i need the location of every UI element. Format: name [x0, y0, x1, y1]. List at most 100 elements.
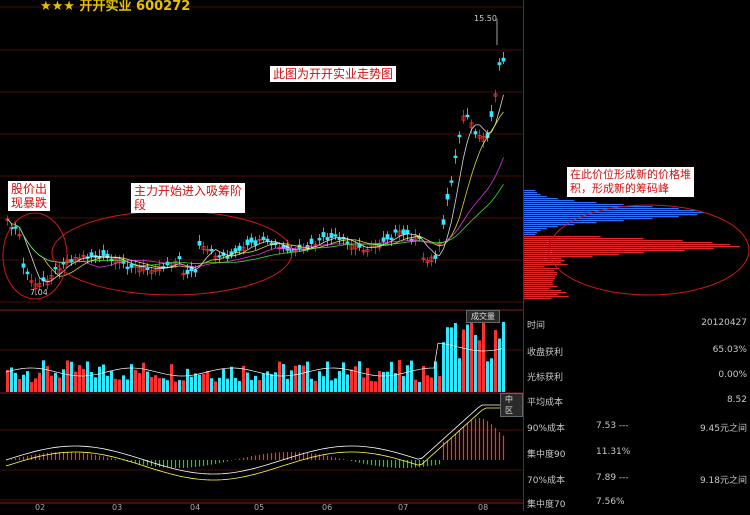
- candle-body: [61, 262, 66, 265]
- volume-bar: [194, 373, 197, 392]
- low-price-label: 7.04: [30, 288, 48, 297]
- close-profit-value: 65.03%: [712, 345, 747, 355]
- candle-body: [321, 232, 326, 238]
- kline-chart[interactable]: 15.50 7.04 02 03 04 05 06 07 08: [0, 0, 523, 512]
- volume-bar: [74, 371, 77, 392]
- volume-bar: [26, 371, 29, 392]
- chip-bar: [524, 238, 644, 240]
- candle-body: [89, 252, 94, 257]
- volume-bar: [498, 338, 501, 392]
- candle-body: [333, 234, 338, 237]
- candle-body: [441, 219, 446, 225]
- volume-bar: [222, 368, 225, 392]
- candle-body: [237, 245, 242, 251]
- volume-bar: [166, 380, 169, 392]
- volume-bar: [258, 379, 261, 392]
- candle-body: [325, 237, 330, 241]
- candle-body: [401, 229, 406, 235]
- volume-bar: [134, 369, 137, 392]
- candle-body: [449, 180, 454, 183]
- crash-annotation: 股价出 现暴跌: [8, 181, 51, 211]
- x-axis-label: 02: [35, 503, 45, 511]
- volume-bar: [114, 378, 117, 392]
- volume-bar: [350, 369, 353, 392]
- volume-bar: [458, 358, 461, 392]
- chip-bar: [524, 202, 597, 204]
- volume-bar: [422, 365, 425, 392]
- volume-panel-tag[interactable]: 成交量: [466, 310, 500, 323]
- chip-bar: [524, 266, 545, 268]
- chip-bar: [524, 282, 553, 284]
- volume-bar: [382, 371, 385, 392]
- x-axis-labels: 02 03 04 05 06 07 08: [35, 503, 488, 512]
- chip-distribution-chart: [524, 190, 750, 300]
- volume-bar: [6, 369, 9, 392]
- volume-bar: [190, 376, 193, 392]
- volume-bar: [62, 369, 65, 392]
- chip-bar: [524, 194, 541, 196]
- cost70-low: 7.89 ---: [596, 473, 629, 483]
- volume-bar: [18, 379, 21, 392]
- candle-body: [233, 248, 238, 253]
- chip-bar: [524, 230, 541, 232]
- candle-body: [473, 131, 478, 135]
- chip-bar: [524, 286, 558, 288]
- chart-area[interactable]: 15.50 7.04 02 03 04 05 06 07 08 此图为开开实业走势图 股价出…: [0, 0, 523, 512]
- volume-bar: [214, 381, 217, 392]
- volume-bar: [38, 372, 41, 392]
- chip-bar: [524, 214, 698, 216]
- candle-body: [389, 237, 394, 240]
- chip-bar: [524, 200, 575, 202]
- chip-bar: [524, 246, 740, 248]
- volume-bar: [246, 372, 249, 392]
- x-axis-label: 04: [190, 503, 200, 511]
- chip-bar: [524, 260, 565, 262]
- cursor-profit-value: 0.00%: [718, 370, 747, 380]
- chip-bar: [524, 196, 548, 198]
- volume-bar: [338, 371, 341, 392]
- macd-panel-tag[interactable]: 中区: [500, 393, 523, 417]
- x-axis-label: 08: [478, 503, 488, 511]
- volume-bar: [442, 342, 445, 392]
- chip-bar: [524, 228, 548, 230]
- candle-body: [25, 271, 30, 275]
- chip-bar: [524, 276, 556, 278]
- chip-bar: [524, 218, 653, 220]
- chip-bar: [524, 292, 567, 294]
- volume-bar: [410, 360, 413, 392]
- chip-bar: [524, 270, 555, 272]
- volume-bar: [366, 367, 369, 392]
- volume-bar: [370, 380, 373, 392]
- chip-bar: [524, 222, 597, 224]
- candle-body: [309, 238, 314, 244]
- chip-bars: [524, 190, 740, 300]
- volume-bar: [362, 377, 365, 392]
- concentration90-label: 集中度90: [527, 450, 566, 460]
- x-axis-label: 06: [322, 503, 332, 511]
- accumulation-ellipse: [51, 210, 293, 296]
- volume-bar: [230, 366, 233, 392]
- chip-bar: [524, 244, 731, 246]
- candle-body: [329, 233, 334, 238]
- volume-bar: [486, 361, 489, 392]
- volume-bar: [146, 371, 149, 392]
- volume-bar: [330, 380, 333, 392]
- volume-bar: [238, 381, 241, 392]
- candle-body: [53, 266, 58, 270]
- candle-body: [265, 238, 270, 242]
- volume-bar: [438, 376, 441, 392]
- chip-bar: [524, 248, 714, 250]
- volume-bar: [346, 374, 349, 392]
- candle-body: [245, 239, 250, 246]
- chip-bar: [524, 232, 538, 234]
- candle-body: [465, 114, 470, 118]
- crash-ellipse: [2, 212, 68, 300]
- cost70-low-value: 7.89: [596, 473, 617, 483]
- chip-bar: [524, 226, 558, 228]
- volume-bar: [470, 320, 473, 392]
- ma-line: [7, 111, 504, 277]
- grid-lines: [0, 6, 523, 504]
- volume-bar: [418, 381, 421, 392]
- chip-bar: [524, 272, 558, 274]
- candle-body: [457, 134, 462, 138]
